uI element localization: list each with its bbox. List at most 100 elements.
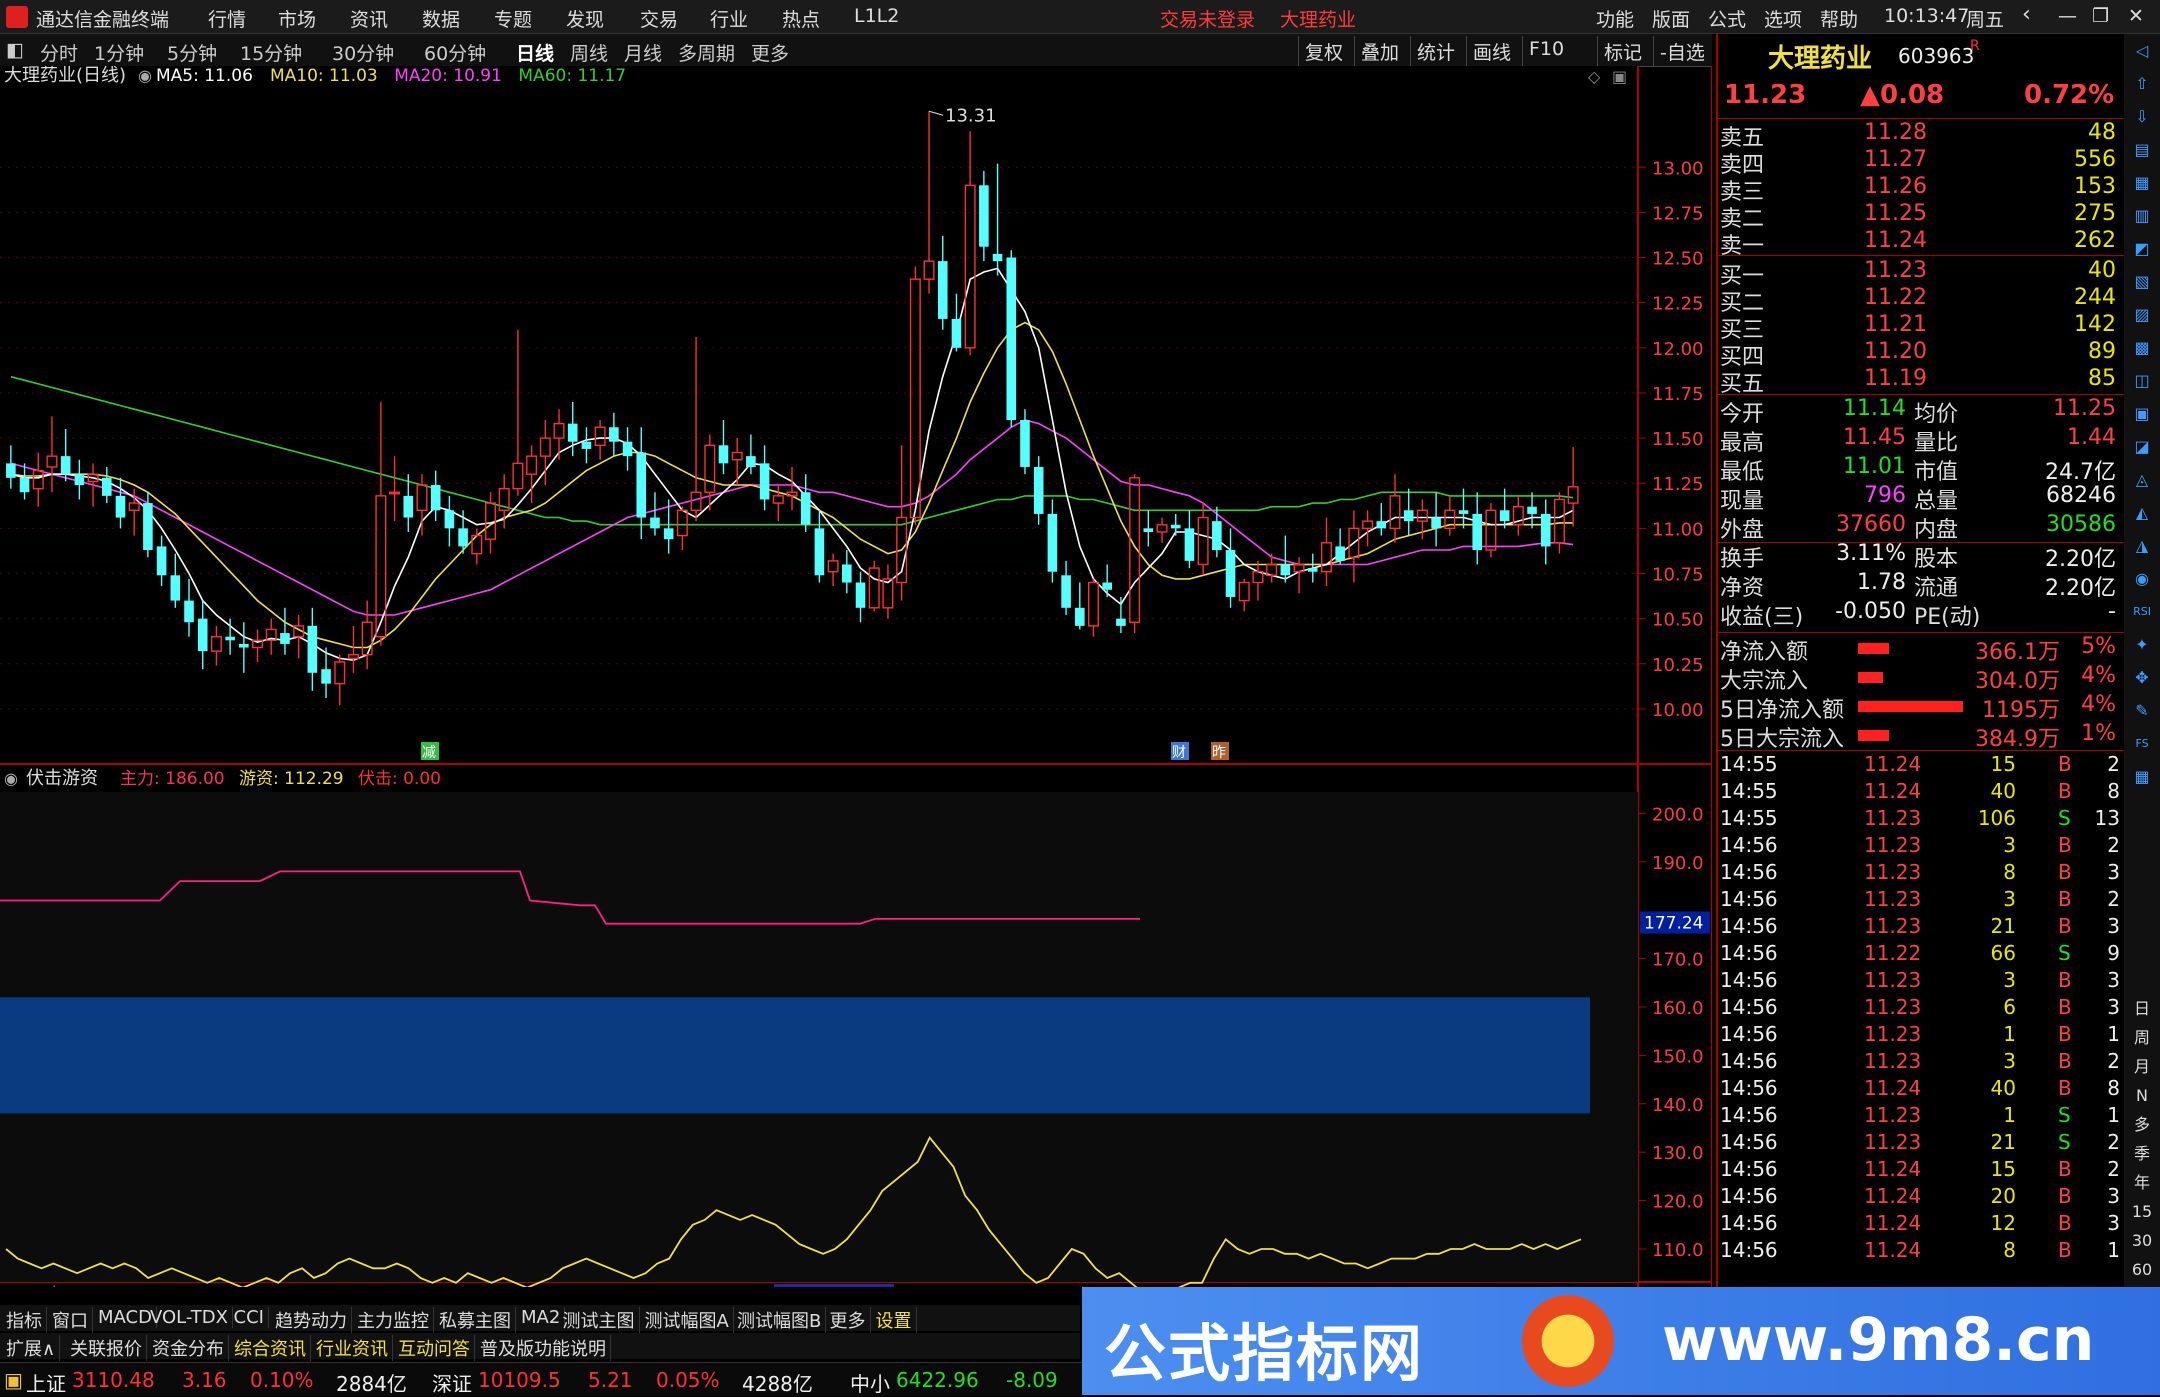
toolbar-button-2[interactable]: 统计: [1410, 36, 1461, 67]
indicator-tab[interactable]: 设置: [872, 1307, 917, 1333]
period-tab-10[interactable]: 更多: [751, 39, 789, 66]
side-tool-icon[interactable]: ⇩: [2129, 104, 2155, 130]
toolbar-button-1[interactable]: 叠加: [1354, 36, 1405, 67]
side-period-button[interactable]: 周: [2129, 1025, 2155, 1051]
side-tool-icon[interactable]: ▤: [2129, 137, 2155, 163]
close-icon[interactable]: ✕: [2128, 5, 2144, 27]
back-arrow-icon[interactable]: ‹: [2022, 2, 2031, 27]
indicator-tab[interactable]: 主力监控: [353, 1307, 434, 1333]
side-period-button[interactable]: 多: [2129, 1112, 2155, 1138]
indicator-tab[interactable]: 私募主图: [435, 1307, 516, 1333]
indicator-tab[interactable]: CCI: [230, 1307, 269, 1328]
diamond-icon[interactable]: ◇: [1588, 67, 1601, 86]
side-period-button[interactable]: 季: [2129, 1141, 2155, 1167]
side-tool-icon[interactable]: RSI: [2129, 599, 2155, 625]
menu-5[interactable]: 发现: [566, 5, 604, 32]
side-tool-icon[interactable]: ✎: [2129, 698, 2155, 724]
period-tab-1[interactable]: 1分钟: [94, 39, 144, 66]
period-tab-4[interactable]: 30分钟: [332, 39, 394, 66]
toolbar-button-5[interactable]: 标记: [1597, 36, 1648, 67]
period-tab-5[interactable]: 60分钟: [424, 39, 486, 66]
current-stock-name[interactable]: 大理药业: [1280, 5, 1356, 32]
side-period-button[interactable]: 60: [2129, 1257, 2155, 1283]
right-menu-0[interactable]: 功能: [1596, 5, 1634, 32]
side-tool-icon[interactable]: ⇧: [2129, 71, 2155, 97]
right-menu-4[interactable]: 帮助: [1820, 5, 1858, 32]
side-tool-icon[interactable]: ◁: [2129, 38, 2155, 64]
side-tool-icon[interactable]: ◭: [2129, 500, 2155, 526]
indicator-tab[interactable]: 测试幅图B: [733, 1307, 827, 1333]
side-tool-icon[interactable]: ▣: [2129, 401, 2155, 427]
period-tab-0[interactable]: 分时: [40, 39, 78, 66]
index-name[interactable]: 上证: [26, 1368, 66, 1397]
side-tool-icon[interactable]: ◫: [2129, 368, 2155, 394]
period-tab-8[interactable]: 月线: [624, 39, 662, 66]
indicator-tab[interactable]: 测试幅图A: [641, 1307, 734, 1333]
side-tool-icon[interactable]: FS: [2129, 731, 2155, 757]
menu-3[interactable]: 数据: [422, 5, 460, 32]
side-tool-icon[interactable]: ▧: [2129, 269, 2155, 295]
index-name[interactable]: 深证: [432, 1368, 472, 1397]
period-tab-6[interactable]: 日线: [516, 39, 554, 66]
toolbar-button-0[interactable]: 复权: [1298, 36, 1349, 67]
side-period-button[interactable]: 15: [2129, 1199, 2155, 1225]
bid-price[interactable]: 11.22: [1864, 285, 1927, 310]
ask-price[interactable]: 11.24: [1864, 228, 1927, 253]
right-menu-2[interactable]: 公式: [1708, 5, 1746, 32]
extension-tab[interactable]: 综合资讯: [230, 1335, 311, 1361]
bid-price[interactable]: 11.21: [1864, 312, 1927, 337]
indicator-tab[interactable]: 窗口: [48, 1307, 93, 1333]
bid-price[interactable]: 11.20: [1864, 339, 1927, 364]
menu-2[interactable]: 资讯: [350, 5, 388, 32]
period-tab-3[interactable]: 15分钟: [240, 39, 302, 66]
side-tool-icon[interactable]: ◮: [2129, 533, 2155, 559]
side-tool-icon[interactable]: ◬: [2129, 467, 2155, 493]
period-tab-7[interactable]: 周线: [570, 39, 608, 66]
bid-price[interactable]: 11.23: [1864, 258, 1927, 283]
ask-price[interactable]: 11.25: [1864, 201, 1927, 226]
menu-8[interactable]: 热点: [782, 5, 820, 32]
extension-tab[interactable]: 行业资讯: [312, 1335, 393, 1361]
menu-1[interactable]: 市场: [278, 5, 316, 32]
bid-price[interactable]: 11.19: [1864, 366, 1927, 391]
menu-7[interactable]: 行业: [710, 5, 748, 32]
side-tool-icon[interactable]: ▥: [2129, 203, 2155, 229]
toolbar-button-6[interactable]: -自选: [1653, 36, 1711, 67]
login-status[interactable]: 交易未登录: [1160, 5, 1255, 32]
period-tab-2[interactable]: 5分钟: [167, 39, 217, 66]
side-tool-icon[interactable]: ◪: [2129, 434, 2155, 460]
right-menu-1[interactable]: 版面: [1652, 5, 1690, 32]
toolbar-button-4[interactable]: F10: [1522, 36, 1570, 67]
side-period-button[interactable]: 日: [2129, 996, 2155, 1022]
side-period-button[interactable]: 月: [2129, 1054, 2155, 1080]
side-tool-icon[interactable]: ✥: [2129, 665, 2155, 691]
index-name[interactable]: 中小: [850, 1368, 890, 1397]
ask-price[interactable]: 11.26: [1864, 174, 1927, 199]
extension-tab[interactable]: 扩展∧: [2, 1335, 61, 1361]
menu-6[interactable]: 交易: [640, 5, 678, 32]
side-tool-icon[interactable]: ✦: [2129, 632, 2155, 658]
extension-tab[interactable]: 互动问答: [394, 1335, 475, 1361]
period-tab-9[interactable]: 多周期: [678, 39, 735, 66]
side-period-button[interactable]: 年: [2129, 1170, 2155, 1196]
extension-tab[interactable]: 关联报价: [66, 1335, 147, 1361]
toolbar-button-3[interactable]: 画线: [1466, 36, 1517, 67]
window-icon[interactable]: ▣: [1612, 67, 1627, 86]
indicator-tab[interactable]: 更多: [826, 1307, 871, 1333]
minimize-icon[interactable]: —: [2058, 5, 2077, 27]
side-tool-icon[interactable]: ▦: [2129, 170, 2155, 196]
menu-4[interactable]: 专题: [494, 5, 532, 32]
right-menu-3[interactable]: 选项: [1764, 5, 1802, 32]
layout-toggle-icon[interactable]: ◧: [6, 39, 24, 61]
side-tool-icon[interactable]: ◉: [2129, 566, 2155, 592]
side-period-button[interactable]: N: [2129, 1083, 2155, 1109]
side-tool-icon[interactable]: ▩: [2129, 335, 2155, 361]
legend-toggle-icon[interactable]: ◉: [138, 66, 152, 85]
indicator-tab[interactable]: 测试主图: [559, 1307, 640, 1333]
indicator-tab[interactable]: 指标: [2, 1307, 47, 1333]
indicator-tab[interactable]: 趋势动力: [271, 1307, 352, 1333]
indicator-toggle-icon[interactable]: ◉: [4, 769, 18, 788]
extension-tab[interactable]: 资金分布: [148, 1335, 229, 1361]
side-tool-icon[interactable]: ◩: [2129, 236, 2155, 262]
chart-area[interactable]: 13.00 12.75 12.50 12.25 12.00 11.75 11.50 11.25…: [0, 66, 1712, 1287]
